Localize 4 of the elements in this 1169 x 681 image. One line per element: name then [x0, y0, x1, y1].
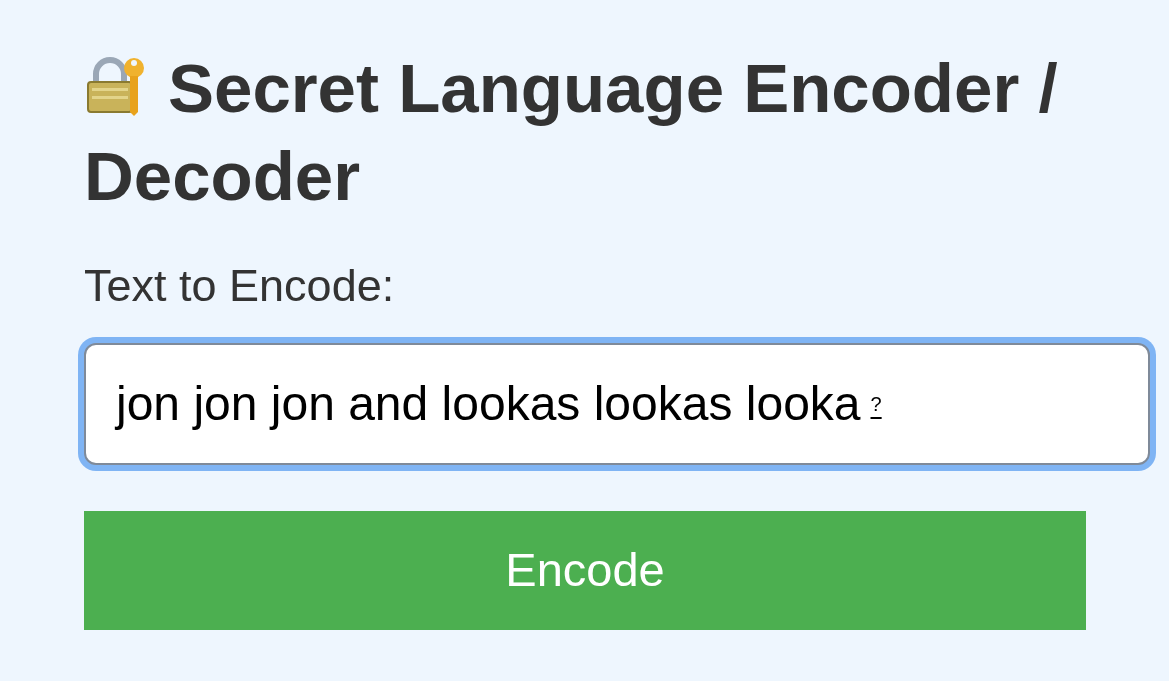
- page-title: Secret Language Encoder / Decoder: [84, 49, 1059, 217]
- field-label: Text to Encode:: [84, 261, 396, 311]
- suggestion-mark: ?: [870, 392, 882, 417]
- field-value: jon jon jon and lookas lookas looka: [116, 376, 861, 432]
